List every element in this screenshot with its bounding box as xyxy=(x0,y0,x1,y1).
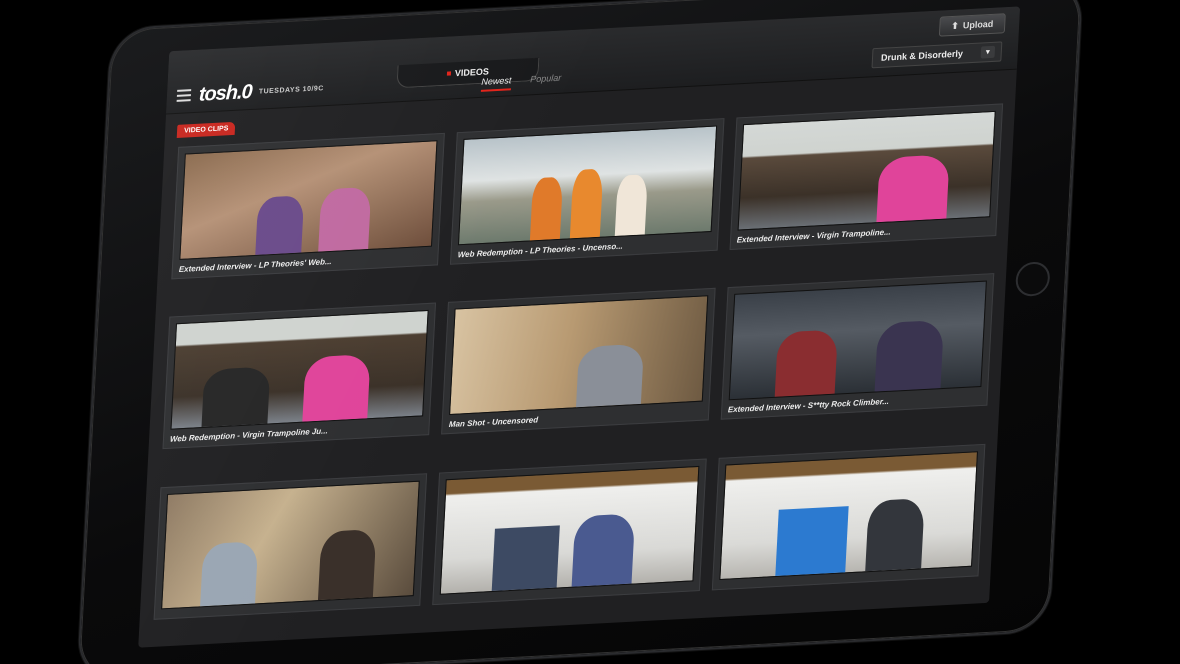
video-thumbnail[interactable] xyxy=(440,465,700,595)
nav-row: tosh.0 TUESDAYS 10/9C VIDEOS Newest Popu… xyxy=(166,37,1019,114)
video-thumbnail[interactable] xyxy=(179,140,438,260)
upload-arrow-icon: ⬆ xyxy=(951,20,960,31)
video-card[interactable]: Web Redemption - Virgin Trampoline Ju... xyxy=(162,302,437,450)
category-selected: Drunk & Disorderly xyxy=(880,48,964,63)
video-card[interactable] xyxy=(432,458,707,605)
video-card[interactable]: Extended Interview - S**tty Rock Climber… xyxy=(720,273,995,421)
video-card[interactable]: Web Redemption - LP Theories - Uncenso..… xyxy=(450,118,725,265)
upload-label: Upload xyxy=(962,18,994,31)
video-card[interactable] xyxy=(153,472,428,620)
app-screen: ⬆ Upload tosh.0 TUESDAYS 10/9C VIDEOS Ne… xyxy=(138,6,1021,648)
stage: ⬆ Upload tosh.0 TUESDAYS 10/9C VIDEOS Ne… xyxy=(0,0,1180,664)
red-dot-icon xyxy=(446,71,452,76)
video-thumbnail[interactable] xyxy=(728,280,987,401)
video-thumbnail[interactable] xyxy=(719,450,979,580)
video-thumbnail[interactable] xyxy=(458,125,717,246)
hamburger-menu-icon[interactable] xyxy=(176,89,192,102)
videos-section-tab[interactable]: VIDEOS xyxy=(396,57,540,89)
video-thumbnail[interactable] xyxy=(449,295,708,416)
video-grid: Extended Interview - LP Theories' Web...… xyxy=(152,103,1004,647)
video-thumbnail[interactable] xyxy=(737,110,996,231)
chevron-down-icon: ▼ xyxy=(980,45,996,59)
upload-button[interactable]: ⬆ Upload xyxy=(938,13,1006,37)
video-card[interactable]: Extended Interview - Virgin Trampoline..… xyxy=(729,103,1004,251)
sort-tab-popular[interactable]: Popular xyxy=(530,73,562,88)
category-dropdown[interactable]: Drunk & Disorderly ▼ xyxy=(871,41,1003,69)
video-card[interactable]: Man Shot - Uncensored xyxy=(441,288,716,435)
video-clips-badge: VIDEO CLIPS xyxy=(176,121,236,138)
logo[interactable]: tosh.0 xyxy=(198,81,252,107)
sort-tab-newest[interactable]: Newest xyxy=(480,75,512,92)
video-card[interactable]: Extended Interview - LP Theories' Web... xyxy=(171,132,446,280)
tagline: TUESDAYS 10/9C xyxy=(258,85,324,96)
tablet-device: ⬆ Upload tosh.0 TUESDAYS 10/9C VIDEOS Ne… xyxy=(78,0,1082,664)
video-thumbnail[interactable] xyxy=(170,310,429,431)
video-card[interactable] xyxy=(711,443,986,591)
video-thumbnail[interactable] xyxy=(161,480,421,610)
